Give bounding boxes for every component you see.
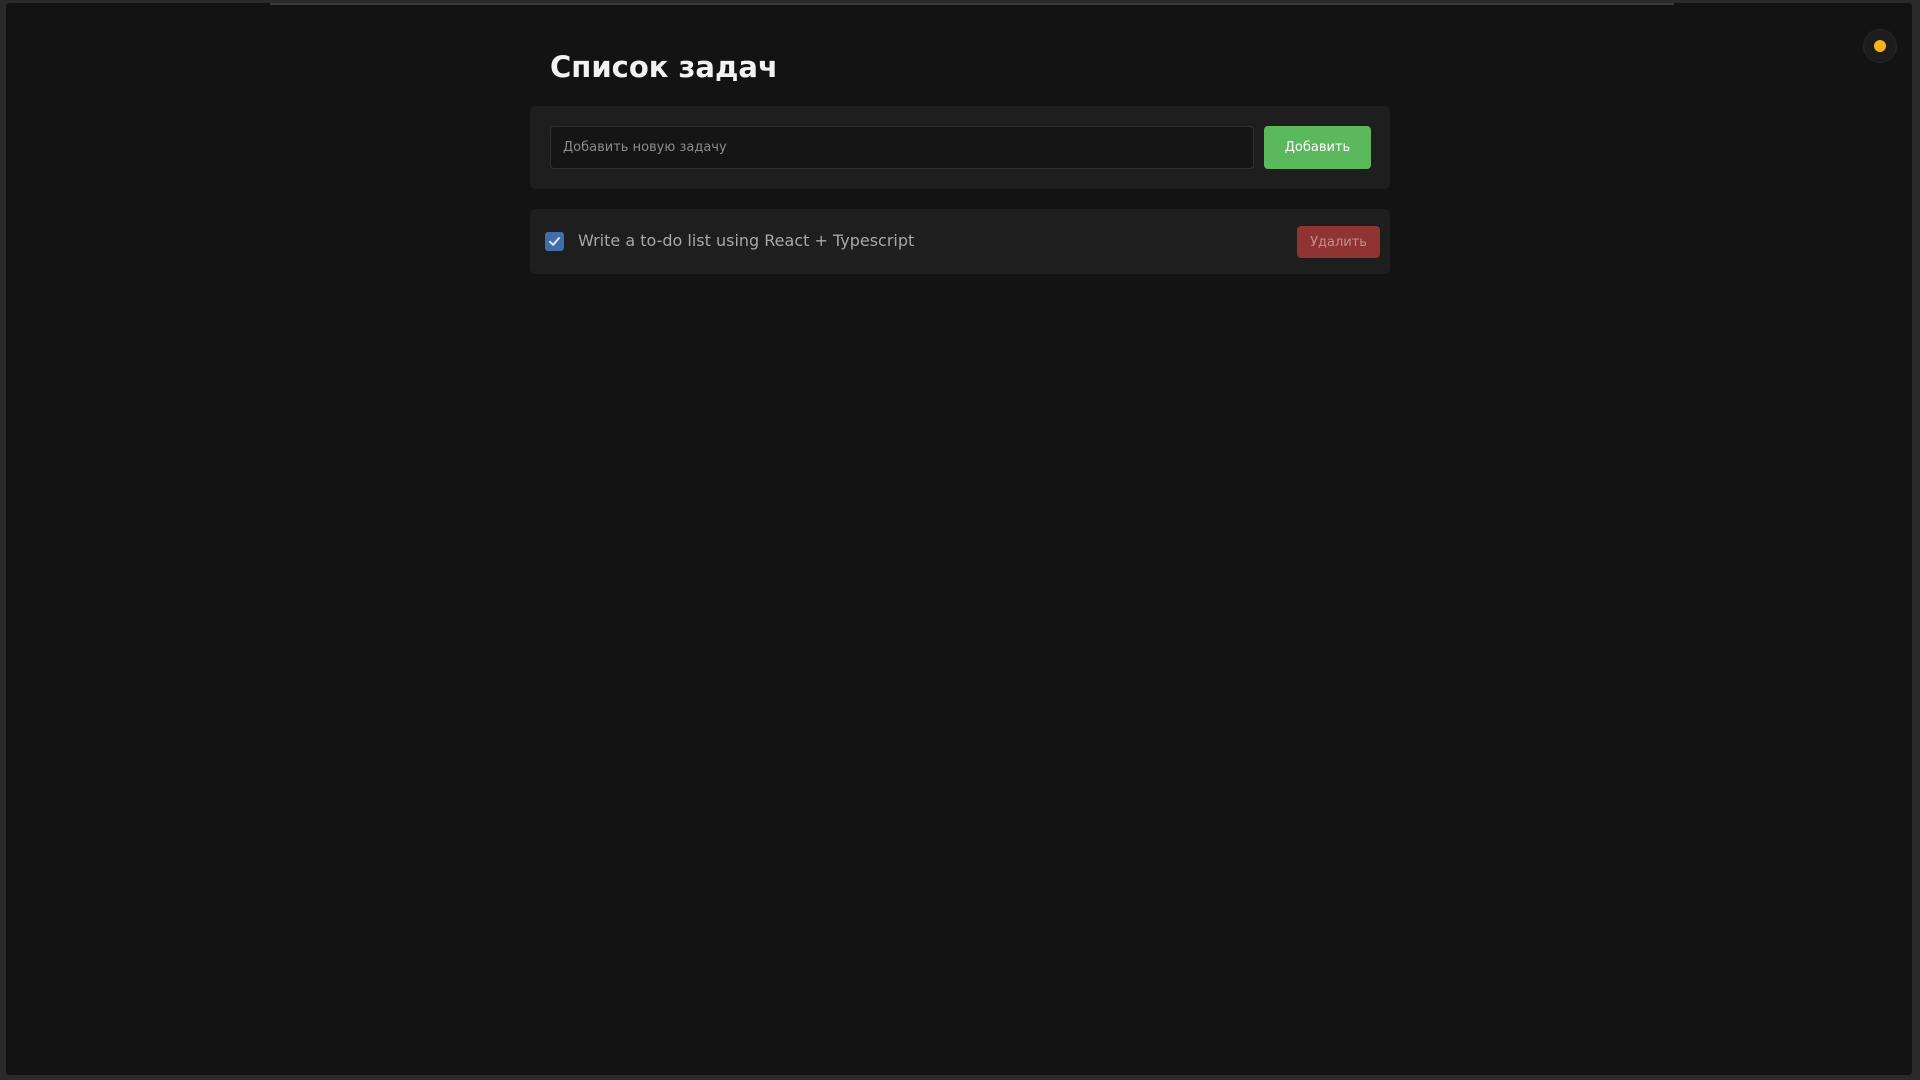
checkmark-icon <box>549 237 560 246</box>
theme-toggle-button[interactable] <box>1863 29 1897 63</box>
new-task-input[interactable] <box>550 126 1254 169</box>
delete-task-button[interactable]: Удалить <box>1297 226 1380 258</box>
top-scroll-strip <box>270 3 1674 5</box>
add-task-panel: Добавить <box>530 106 1390 189</box>
app-window: Список задач Добавить Write a to-do list… <box>6 3 1912 1075</box>
task-list: Write a to-do list using React + Typescr… <box>530 209 1390 274</box>
add-task-button[interactable]: Добавить <box>1264 126 1371 169</box>
sun-icon <box>1874 40 1886 52</box>
task-item: Write a to-do list using React + Typescr… <box>530 209 1390 274</box>
task-text: Write a to-do list using React + Typescr… <box>578 231 915 250</box>
task-checkbox[interactable] <box>545 232 564 251</box>
page-title: Список задач <box>550 50 778 84</box>
